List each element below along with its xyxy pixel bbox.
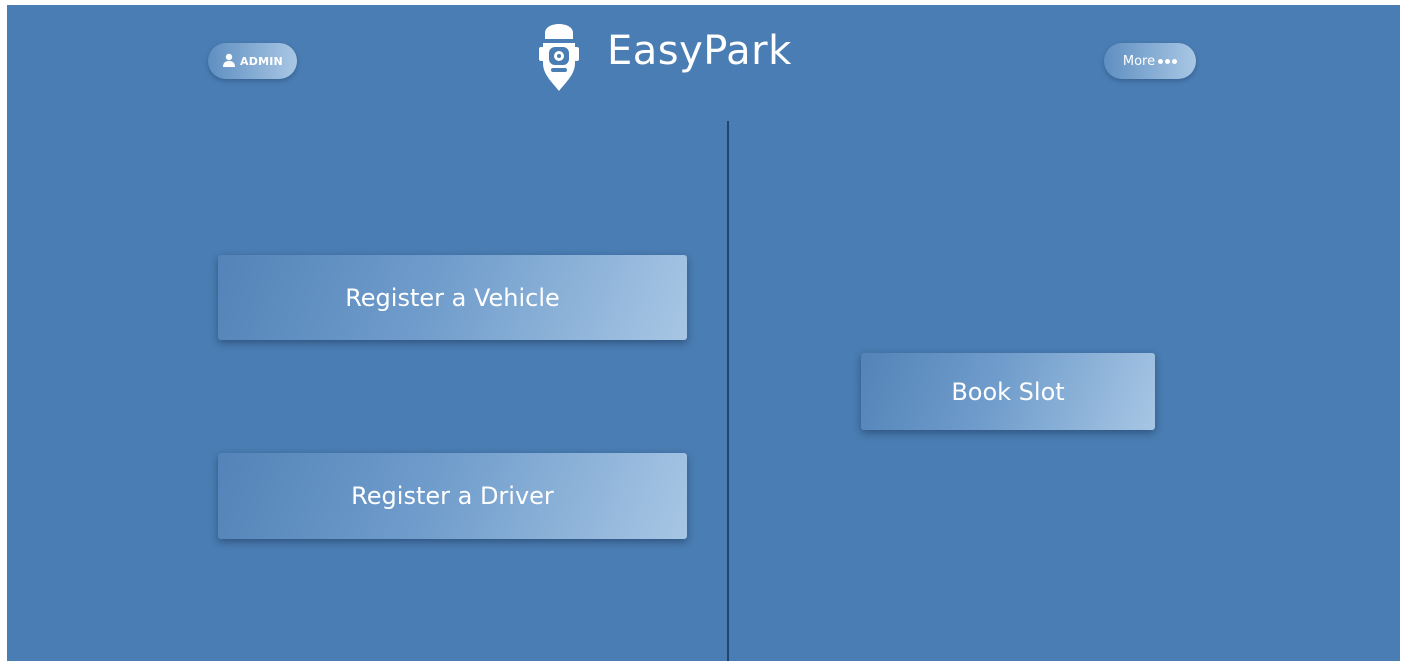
vertical-divider (727, 121, 729, 661)
register-vehicle-button[interactable]: Register a Vehicle (218, 255, 687, 340)
register-driver-label: Register a Driver (351, 482, 554, 510)
admin-label: ADMIN (240, 54, 283, 68)
book-slot-label: Book Slot (951, 377, 1065, 406)
user-icon (222, 52, 236, 71)
more-button[interactable]: More (1104, 43, 1196, 79)
book-slot-button[interactable]: Book Slot (861, 353, 1155, 430)
app-window: ADMIN EasyPark More Register a Vehicle R… (7, 5, 1400, 661)
more-dots-icon (1158, 58, 1178, 64)
brand: EasyPark (537, 17, 792, 97)
more-label: More (1122, 53, 1156, 69)
register-driver-button[interactable]: Register a Driver (218, 453, 687, 539)
register-vehicle-label: Register a Vehicle (345, 283, 560, 312)
app-title: EasyPark (607, 28, 792, 74)
parking-pin-icon (537, 17, 581, 97)
admin-button[interactable]: ADMIN (208, 43, 297, 79)
